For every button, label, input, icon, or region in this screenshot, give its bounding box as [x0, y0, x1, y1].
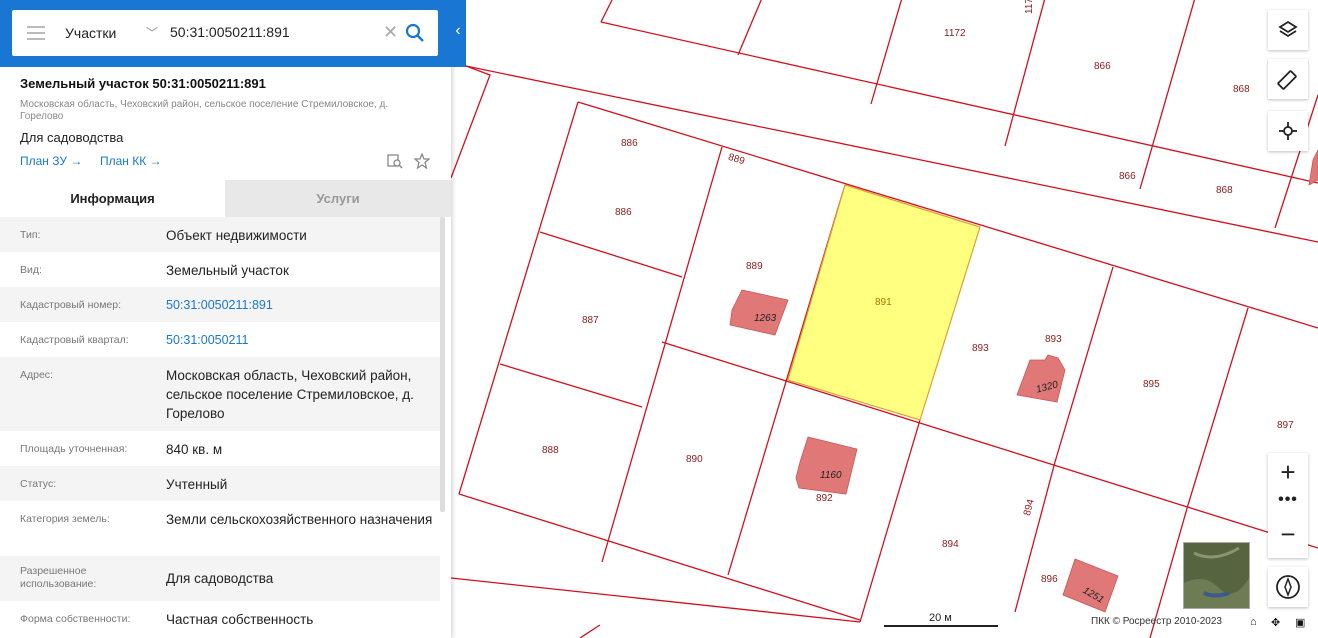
row-value: Учтенный — [166, 477, 228, 492]
table-row: Статус: Учтенный — [0, 466, 440, 501]
parcel-label[interactable]: 891 — [875, 297, 892, 308]
building-label[interactable]: 1160 — [820, 470, 842, 481]
row-value: Московская область, Чеховский район, сел… — [166, 368, 414, 421]
row-label: Площадь уточненная: — [20, 443, 128, 455]
row-label: Форма собственности: — [20, 613, 131, 625]
row-label: Разрешенное использование: — [20, 565, 97, 590]
layers-icon — [1278, 20, 1298, 38]
row-value: Земельный участок — [166, 263, 289, 278]
parcel-label[interactable]: 887 — [582, 315, 599, 326]
parcel-label[interactable]: 889 — [727, 152, 746, 167]
search-icon[interactable] — [405, 23, 425, 43]
plan-zu-link[interactable]: План ЗУ → — [20, 154, 82, 168]
ruler-button[interactable] — [1268, 59, 1308, 99]
locate-small-icon[interactable]: ✥ — [1271, 616, 1280, 629]
row-label: Адрес: — [20, 369, 53, 381]
row-value: Частная собственность — [166, 612, 314, 627]
parcel-label[interactable]: 893 — [972, 343, 989, 354]
table-row: Вид: Земельный участок — [0, 252, 440, 287]
scrollbar[interactable] — [440, 217, 445, 512]
parcel-label[interactable]: 889 — [746, 261, 763, 272]
close-icon[interactable]: ✕ — [383, 22, 398, 43]
table-row: Категория земель: Земли сельскохозяйстве… — [0, 501, 440, 556]
parcel-label[interactable]: 886 — [621, 138, 638, 149]
layer-select[interactable]: Участки — [65, 25, 116, 41]
info-panel: Участки ﹀ 50:31:0050211:891 ✕ ‹ Земельны… — [0, 0, 466, 638]
row-value: Объект недвижимости — [166, 228, 307, 243]
table-row: Кадастровый квартал: 50:31:0050211 — [0, 322, 440, 357]
table-row: Разрешенное использование: Для садоводст… — [0, 556, 440, 601]
collapse-icon[interactable]: ‹ — [450, 22, 466, 44]
parcel-label[interactable]: 895 — [1143, 379, 1160, 390]
parcel-label[interactable]: 897 — [1277, 420, 1294, 431]
parcel-label[interactable]: 117 — [1024, 0, 1035, 14]
row-label: Вид: — [20, 264, 42, 276]
tab-bar: Информация Услуги — [0, 180, 451, 217]
table-row: Адрес: Московская область, Чеховский рай… — [0, 357, 440, 431]
parcel-purpose: Для садоводства — [20, 130, 124, 145]
compass-button[interactable] — [1268, 567, 1308, 607]
minimap[interactable] — [1183, 542, 1250, 609]
search-box: Участки ﹀ 50:31:0050211:891 ✕ — [12, 10, 438, 56]
building-label[interactable]: 1320 — [1035, 379, 1059, 395]
parcel-label[interactable]: 888 — [542, 445, 559, 456]
plan-kk-link[interactable]: План КК → — [100, 154, 162, 168]
row-label: Статус: — [20, 478, 57, 490]
parcel-label[interactable]: 1172 — [944, 28, 966, 39]
row-label: Кадастровый номер: — [20, 299, 122, 311]
table-row: Площадь уточненная: 840 кв. м — [0, 431, 440, 466]
tab-info[interactable]: Информация — [0, 180, 225, 217]
parcel-label[interactable]: 866 — [1119, 171, 1136, 182]
more-icon[interactable]: ••• — [1268, 491, 1308, 509]
print-icon[interactable]: ▣ — [1295, 616, 1305, 629]
table-row: Кадастровый номер: 50:31:0050211:891 — [0, 287, 440, 322]
row-label: Кадастровый квартал: — [20, 334, 129, 346]
page-title: Земельный участок 50:31:0050211:891 — [20, 76, 266, 91]
row-label: Тип: — [20, 229, 41, 241]
building-label[interactable]: 1263 — [754, 313, 776, 324]
parcel-label[interactable]: 893 — [1045, 334, 1062, 345]
parcel-label[interactable]: 894 — [942, 539, 959, 550]
parcel-label[interactable]: 868 — [1216, 185, 1233, 196]
locate-icon — [1279, 122, 1297, 140]
parcel-label[interactable]: 868 — [1233, 84, 1250, 95]
parcel-label[interactable]: 892 — [816, 493, 833, 504]
table-row: Тип: Объект недвижимости — [0, 217, 440, 252]
scale-label: 20 м — [929, 612, 952, 624]
home-icon[interactable]: ⌂ — [1250, 616, 1257, 628]
search-input[interactable]: 50:31:0050211:891 — [170, 24, 290, 40]
parcel-label[interactable]: 866 — [1094, 61, 1111, 72]
locate-button[interactable] — [1268, 111, 1308, 151]
menu-icon[interactable] — [27, 26, 45, 40]
parcel-label[interactable]: 894 — [1022, 498, 1037, 517]
row-value: 840 кв. м — [166, 442, 223, 457]
zoom-out-icon[interactable]: − — [1268, 519, 1308, 550]
parcel-label[interactable]: 886 — [615, 207, 632, 218]
find-on-map-icon[interactable] — [387, 153, 403, 169]
parcel-label[interactable]: 896 — [1041, 574, 1058, 585]
building-label[interactable]: 1251 — [1081, 585, 1106, 606]
parcel-label[interactable]: 890 — [686, 454, 703, 465]
zoom-controls: + ••• − — [1268, 453, 1308, 558]
tab-services[interactable]: Услуги — [225, 180, 451, 217]
scale-bar — [884, 625, 998, 627]
compass-icon — [1276, 575, 1300, 599]
cadastral-quarter-link[interactable]: 50:31:0050211 — [166, 331, 436, 350]
row-label: Категория земель: — [20, 513, 110, 525]
parcel-address: Московская область, Чеховский район, сел… — [20, 99, 389, 122]
row-value: Земли сельскохозяйственного назначения — [166, 512, 433, 527]
copyright: ПКК © Росреестр 2010-2023 — [1091, 616, 1222, 627]
row-value: Для садоводства — [166, 571, 274, 586]
chevron-down-icon[interactable]: ﹀ — [146, 24, 158, 41]
ruler-icon — [1277, 70, 1297, 90]
cadastral-number-link[interactable]: 50:31:0050211:891 — [166, 296, 436, 315]
search-bar: Участки ﹀ 50:31:0050211:891 ✕ ‹ — [0, 0, 466, 67]
zoom-in-icon[interactable]: + — [1268, 457, 1308, 488]
star-icon[interactable] — [414, 153, 430, 169]
layers-button[interactable] — [1268, 10, 1308, 50]
table-row: Форма собственности: Частная собственнос… — [0, 601, 440, 638]
